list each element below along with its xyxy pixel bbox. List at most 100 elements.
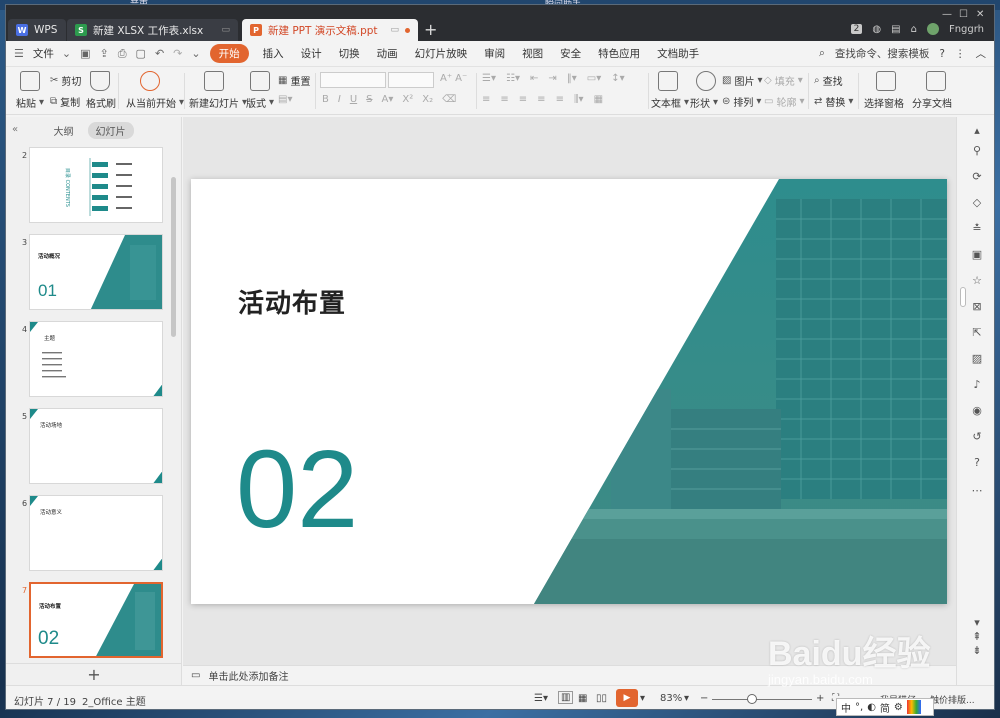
normal-view-icon[interactable]: ▥ xyxy=(558,691,574,704)
zoom-out-button[interactable]: − xyxy=(700,693,708,704)
slide-thumbnail[interactable]: 活动场地 xyxy=(29,408,163,484)
smartart-icon[interactable]: ▦ xyxy=(594,94,603,105)
ime-skin-icon[interactable] xyxy=(906,700,921,714)
text-box-icon[interactable] xyxy=(658,71,678,91)
menu-file[interactable]: 文件 xyxy=(33,46,54,61)
tab-screen-icon[interactable]: ▭ xyxy=(221,25,230,35)
add-slide-button[interactable]: + xyxy=(6,663,182,685)
underline-icon[interactable]: U xyxy=(350,94,357,105)
shirt-icon[interactable]: ⌂ xyxy=(911,24,917,35)
slide-thumbnail-selected[interactable]: 活动布置 02 xyxy=(29,582,163,658)
new-slide-icon[interactable] xyxy=(204,71,224,91)
superscript-icon[interactable]: X² xyxy=(402,94,413,105)
menu-features[interactable]: 特色应用 xyxy=(598,46,640,61)
slide-thumb-row[interactable]: 2 目录 CONTENTS xyxy=(6,147,174,227)
fill-button[interactable]: ◇ 填充 ▾ xyxy=(764,73,803,88)
numbered-list-icon[interactable]: ☷▾ xyxy=(506,73,520,84)
arrange-button[interactable]: ⊜ 排列 ▾ xyxy=(722,94,761,109)
image-icon[interactable]: ▨ xyxy=(971,353,983,365)
menu-security[interactable]: 安全 xyxy=(560,46,581,61)
menu-review[interactable]: 审阅 xyxy=(484,46,505,61)
ime-settings-icon[interactable]: ⚙ xyxy=(894,702,903,713)
slide-thumb-row[interactable]: 4 主题 xyxy=(6,321,174,401)
play-icon[interactable] xyxy=(140,71,160,91)
ime-toolbar[interactable]: 中 °, ◐ 简 ⚙ xyxy=(836,698,934,716)
tab-outline[interactable]: 大纲 xyxy=(54,123,74,138)
decrease-indent-icon[interactable]: ⇤ xyxy=(530,73,538,84)
skin-icon[interactable]: ◍ xyxy=(872,24,881,35)
bold-icon[interactable]: B xyxy=(322,94,329,105)
tab-ppt[interactable]: P 新建 PPT 演示文稿.ppt ▭ xyxy=(242,19,418,41)
font-name-select[interactable] xyxy=(320,72,386,88)
slide-thumbnail[interactable]: 目录 CONTENTS xyxy=(29,147,163,223)
select-pane-icon[interactable] xyxy=(876,71,896,91)
current-slide[interactable]: 活动布置 02 xyxy=(191,179,947,604)
font-color-icon[interactable]: A▾ xyxy=(382,94,394,105)
collapse-panel-icon[interactable]: « xyxy=(12,124,18,135)
tab-screen-icon-2[interactable]: ▭ xyxy=(390,25,399,35)
sync-icon[interactable]: ⟳ xyxy=(971,171,983,183)
minimize-icon[interactable]: — xyxy=(942,9,952,20)
slide-thumb-row[interactable]: 3 活动概况 01 xyxy=(6,234,174,314)
share-out-icon[interactable]: ⇱ xyxy=(971,327,983,339)
hamburger-icon[interactable]: ☰ xyxy=(14,47,24,60)
new-tab-button[interactable]: + xyxy=(424,22,437,38)
undo-icon[interactable]: ↶ xyxy=(155,47,164,60)
maximize-icon[interactable]: ☐ xyxy=(959,9,968,20)
menu-doc-assistant[interactable]: 文档助手 xyxy=(657,46,699,61)
scroll-up-icon[interactable]: ▴ xyxy=(971,125,983,137)
outline-button[interactable]: ▭ 轮廓 ▾ xyxy=(764,94,804,109)
distribute-icon[interactable]: ≡ xyxy=(556,94,564,105)
more-quick-icon[interactable]: ⌄ xyxy=(191,47,200,60)
more-icon[interactable]: ⋮ xyxy=(955,48,966,60)
layout-button[interactable]: 版式 ▾ xyxy=(246,95,274,110)
align-text-icon[interactable]: ▭▾ xyxy=(587,73,601,84)
increase-indent-icon[interactable]: ⇥ xyxy=(548,73,556,84)
notes-toggle-icon[interactable]: ☰▾ xyxy=(534,693,548,704)
slide-sorter-icon[interactable]: ▦ xyxy=(578,693,587,704)
search-icon[interactable]: ⌕ xyxy=(819,47,825,60)
slide-thumbnail[interactable]: 活动概况 01 xyxy=(29,234,163,310)
font-shrink-icon[interactable]: A⁻ xyxy=(455,73,467,84)
help-icon[interactable]: ? xyxy=(939,48,945,60)
align-left-icon[interactable]: ≡ xyxy=(482,94,490,105)
slide-title[interactable]: 活动布置 xyxy=(238,283,346,320)
menu-animation[interactable]: 动画 xyxy=(377,46,398,61)
play-from-current-button[interactable]: 从当前开始 ▾ xyxy=(126,95,184,110)
reading-view-icon[interactable]: ▯▯ xyxy=(596,693,607,704)
save-icon[interactable]: ▣ xyxy=(80,47,90,60)
find-button[interactable]: ⌕ 查找 xyxy=(814,73,843,88)
line-spacing-icon[interactable]: ↕▾ xyxy=(611,73,624,84)
zoom-slider[interactable] xyxy=(712,699,812,700)
avatar[interactable] xyxy=(926,23,939,35)
print-preview-icon[interactable]: ▢ xyxy=(136,47,146,60)
menu-view[interactable]: 视图 xyxy=(522,46,543,61)
slide-thumb-row[interactable]: 6 活动意义 xyxy=(6,495,174,575)
clipboard-icon[interactable]: ▣ xyxy=(971,249,983,261)
format-painter-icon[interactable] xyxy=(90,71,110,91)
slide-big-number[interactable]: 02 xyxy=(236,435,358,545)
subscript-icon[interactable]: X₂ xyxy=(422,94,433,105)
menu-slideshow[interactable]: 幻灯片放映 xyxy=(415,46,468,61)
thumbnail-scrollbar[interactable] xyxy=(171,177,176,337)
star-icon[interactable]: ☆ xyxy=(971,275,983,287)
command-search[interactable]: 查找命令、搜索模板 xyxy=(835,46,930,61)
menu-insert[interactable]: 插入 xyxy=(263,46,284,61)
redo-icon[interactable]: ↷ xyxy=(173,47,182,60)
zoom-dropdown-icon[interactable]: ▾ xyxy=(684,693,689,704)
menu-home[interactable]: 开始 xyxy=(209,44,249,63)
close-icon[interactable]: ✕ xyxy=(976,9,984,20)
shapes-icon[interactable]: ◇ xyxy=(971,197,983,209)
ime-moon-icon[interactable]: ◐ xyxy=(867,702,876,713)
slideshow-play-button[interactable]: ▶ xyxy=(616,689,638,707)
align-right-icon[interactable]: ≡ xyxy=(519,94,527,105)
history-icon[interactable]: ↺ xyxy=(971,431,983,443)
italic-icon[interactable]: I xyxy=(338,94,341,105)
shape-icon[interactable] xyxy=(696,71,716,91)
share-button[interactable]: 分享文档 xyxy=(912,95,952,110)
replace-button[interactable]: ⇄ 替换 ▾ xyxy=(814,94,853,109)
paste-button[interactable]: 粘贴 ▾ xyxy=(16,95,44,110)
clear-format-icon[interactable]: ⌫ xyxy=(442,94,456,105)
audio-icon[interactable]: ♪ xyxy=(971,379,983,391)
ime-punct-icon[interactable]: °, xyxy=(855,702,863,713)
